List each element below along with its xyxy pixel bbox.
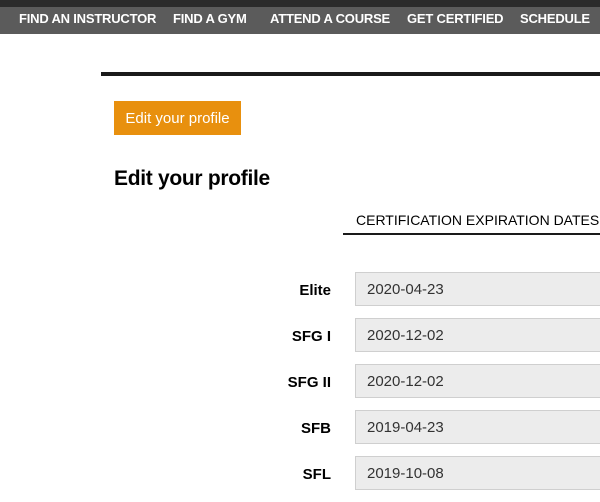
cert-label-elite: Elite [299, 282, 331, 299]
page-title: Edit your profile [114, 167, 270, 190]
sfl-expiration-input[interactable] [355, 456, 600, 490]
page: FIND AN INSTRUCTOR FIND A GYM ATTEND A C… [0, 0, 600, 502]
nav-find-a-gym[interactable]: FIND A GYM [173, 11, 247, 26]
certification-section-title: CERTIFICATION EXPIRATION DATES [356, 212, 600, 228]
sfg-ii-expiration-input[interactable] [355, 364, 600, 398]
cert-label-sfg-i: SFG I [291, 328, 331, 345]
nav-find-an-instructor[interactable]: FIND AN INSTRUCTOR [19, 11, 156, 26]
nav-get-certified[interactable]: GET CERTIFIED [407, 11, 504, 26]
nav-attend-a-course[interactable]: ATTEND A COURSE [270, 11, 390, 26]
content-divider [101, 72, 600, 76]
top-nav-bar: FIND AN INSTRUCTOR FIND A GYM ATTEND A C… [0, 0, 600, 34]
cert-label-sfg-ii: SFG II [287, 374, 331, 391]
sfb-expiration-input[interactable] [355, 410, 600, 444]
sfg-i-expiration-input[interactable] [355, 318, 600, 352]
elite-expiration-input[interactable] [355, 272, 600, 306]
edit-profile-button[interactable]: Edit your profile [114, 101, 241, 135]
cert-label-sfl: SFL [302, 466, 331, 483]
nav-schedule[interactable]: SCHEDULE [520, 11, 590, 26]
cert-label-sfb: SFB [301, 420, 331, 437]
certification-section-header: CERTIFICATION EXPIRATION DATES [343, 210, 600, 235]
